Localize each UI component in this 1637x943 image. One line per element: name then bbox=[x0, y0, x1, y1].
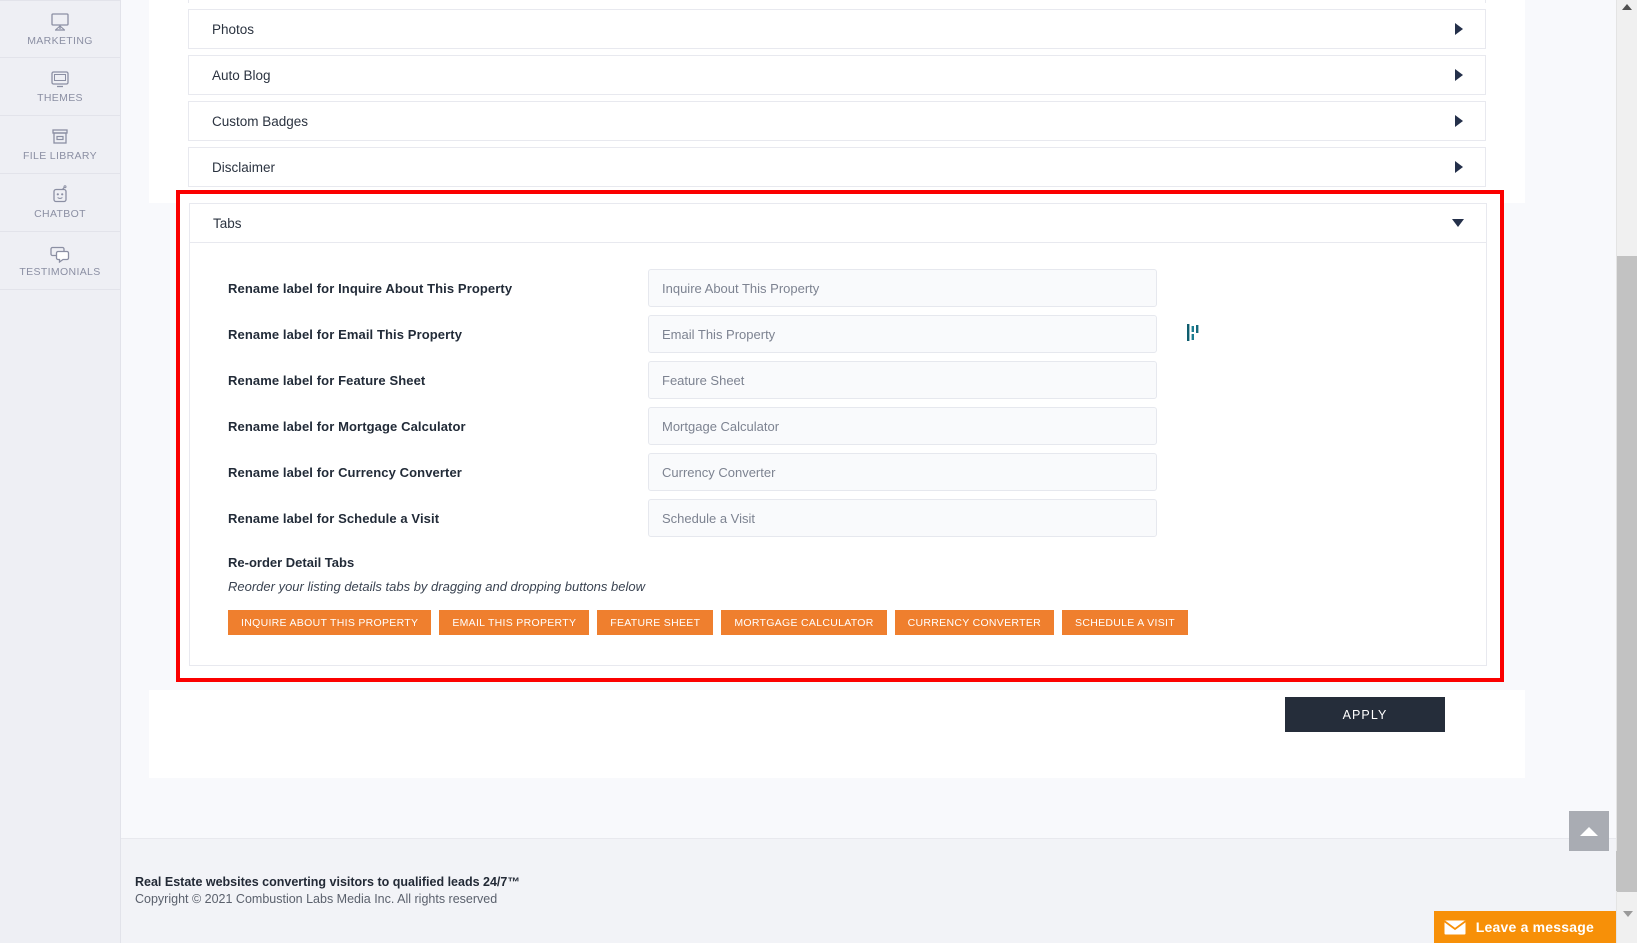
app-root: MARKETING THEMES FILE LIBRARY CHATBOT TE… bbox=[0, 0, 1637, 943]
accordion-row-auto-blog[interactable]: Auto Blog bbox=[188, 55, 1486, 95]
field-label: Rename label for Currency Converter bbox=[228, 464, 462, 480]
input-cell bbox=[648, 361, 1157, 399]
form-row: Rename label for Inquire About This Prop… bbox=[190, 265, 1486, 311]
accordion-row-partial[interactable] bbox=[188, 0, 1486, 3]
settings-card: Photos Auto Blog Custom Badges Disclaime… bbox=[149, 0, 1525, 203]
form-row: Rename label for Email This Property bbox=[190, 311, 1486, 357]
rename-feature-sheet-input[interactable] bbox=[648, 361, 1157, 399]
reorder-tag-mortgage-calculator[interactable]: MORTGAGE CALCULATOR bbox=[721, 610, 887, 635]
field-label: Rename label for Mortgage Calculator bbox=[228, 418, 466, 434]
form-row: Rename label for Currency Converter bbox=[190, 449, 1486, 495]
form-row: Rename label for Schedule a Visit bbox=[190, 495, 1486, 541]
chat-scrollbar-track[interactable] bbox=[1616, 851, 1637, 891]
tabs-panel-highlight: Tabs Rename label for Inquire About This… bbox=[176, 190, 1504, 682]
accordion-row-photos[interactable]: Photos bbox=[188, 9, 1486, 49]
chat-scrollbar-down-arrow-icon[interactable] bbox=[1623, 911, 1633, 917]
sidebar-item-label: MARKETING bbox=[27, 34, 93, 47]
tabs-panel-body: Rename label for Inquire About This Prop… bbox=[189, 243, 1487, 666]
accordion-row-disclaimer[interactable]: Disclaimer bbox=[188, 147, 1486, 187]
reorder-title: Re-order Detail Tabs bbox=[228, 555, 355, 570]
presentation-board-icon bbox=[49, 12, 71, 32]
footer-copyright: Copyright © 2021 Combustion Labs Media I… bbox=[135, 892, 498, 906]
sidebar-item-marketing[interactable]: MARKETING bbox=[0, 0, 120, 58]
robot-icon bbox=[49, 185, 71, 205]
envelope-icon bbox=[1433, 911, 1476, 943]
left-sidebar: MARKETING THEMES FILE LIBRARY CHATBOT TE… bbox=[0, 0, 121, 943]
caret-up-icon bbox=[1580, 826, 1598, 836]
sidebar-item-file-library[interactable]: FILE LIBRARY bbox=[0, 116, 120, 174]
scroll-to-top-button[interactable] bbox=[1569, 811, 1609, 851]
apply-button[interactable]: APPLY bbox=[1285, 697, 1445, 732]
accordion-title: Custom Badges bbox=[212, 113, 309, 129]
accordion-title: Auto Blog bbox=[212, 67, 271, 83]
input-cell bbox=[648, 315, 1199, 353]
chevron-down-icon[interactable] bbox=[1452, 219, 1464, 227]
field-label: Rename label for Inquire About This Prop… bbox=[228, 280, 513, 296]
sidebar-item-chatbot[interactable]: CHATBOT bbox=[0, 174, 120, 232]
footer-tagline: Real Estate websites converting visitors… bbox=[135, 875, 520, 889]
leave-a-message-widget[interactable]: Leave a message bbox=[1433, 911, 1616, 943]
reorder-tag-schedule-a-visit[interactable]: SCHEDULE A VISIT bbox=[1062, 610, 1188, 635]
field-label: Rename label for Feature Sheet bbox=[228, 372, 426, 388]
reorder-tag-feature-sheet[interactable]: FEATURE SHEET bbox=[597, 610, 714, 635]
text-ibeam-cursor-icon bbox=[1186, 322, 1202, 344]
apply-bar: APPLY bbox=[149, 690, 1525, 778]
file-box-icon bbox=[49, 127, 71, 147]
rename-currency-converter-input[interactable] bbox=[648, 453, 1157, 491]
rename-email-this-property-input[interactable] bbox=[648, 315, 1157, 353]
accordion-list: Photos Auto Blog Custom Badges Disclaime… bbox=[188, 0, 1486, 187]
scrollbar-up-arrow-icon[interactable] bbox=[1622, 4, 1632, 10]
accordion-row-custom-badges[interactable]: Custom Badges bbox=[188, 101, 1486, 141]
page-footer: Real Estate websites converting visitors… bbox=[121, 838, 1616, 943]
form-row: Rename label for Mortgage Calculator bbox=[190, 403, 1486, 449]
reorder-tag-email-this-property[interactable]: EMAIL THIS PROPERTY bbox=[439, 610, 590, 635]
monitor-icon bbox=[49, 69, 71, 89]
accordion-title: Disclaimer bbox=[212, 159, 276, 175]
field-label: Rename label for Schedule a Visit bbox=[228, 510, 440, 526]
page-vertical-scrollbar[interactable] bbox=[1616, 0, 1637, 943]
accordion-title: Tabs bbox=[213, 215, 242, 231]
input-cell bbox=[648, 269, 1157, 307]
rename-inquire-about-this-property-input[interactable] bbox=[648, 269, 1157, 307]
speech-bubble-icon bbox=[49, 243, 71, 264]
chat-widget-label: Leave a message bbox=[1475, 919, 1594, 935]
accordion-row-tabs[interactable]: Tabs bbox=[189, 203, 1487, 243]
reorder-tag-inquire-about-this-property[interactable]: INQUIRE ABOUT THIS PROPERTY bbox=[228, 610, 432, 635]
sidebar-item-testimonials[interactable]: TESTIMONIALS bbox=[0, 232, 120, 290]
sidebar-item-label: THEMES bbox=[37, 92, 83, 105]
rename-schedule-a-visit-input[interactable] bbox=[648, 499, 1157, 537]
reorder-section: Re-order Detail Tabs Reorder your listin… bbox=[190, 555, 1486, 635]
chevron-right-icon[interactable] bbox=[1455, 115, 1463, 127]
accordion-title: Photos bbox=[212, 21, 255, 37]
scrollbar-thumb[interactable] bbox=[1617, 256, 1637, 892]
input-cell bbox=[648, 407, 1157, 445]
chevron-right-icon[interactable] bbox=[1455, 23, 1463, 35]
rename-mortgage-calculator-input[interactable] bbox=[648, 407, 1157, 445]
reorder-subtitle: Reorder your listing details tabs by dra… bbox=[228, 579, 645, 594]
reorder-tag-currency-converter[interactable]: CURRENCY CONVERTER bbox=[894, 610, 1055, 635]
sidebar-item-label: FILE LIBRARY bbox=[22, 150, 98, 163]
field-label: Rename label for Email This Property bbox=[228, 326, 463, 342]
input-cell bbox=[648, 499, 1157, 537]
form-row: Rename label for Feature Sheet bbox=[190, 357, 1486, 403]
sidebar-item-label: CHATBOT bbox=[34, 208, 86, 221]
input-cell bbox=[648, 453, 1157, 491]
chevron-right-icon[interactable] bbox=[1455, 161, 1463, 173]
sidebar-item-label: TESTIMONIALS bbox=[19, 266, 101, 279]
sidebar-item-themes[interactable]: THEMES bbox=[0, 58, 120, 116]
reorder-tag-list: INQUIRE ABOUT THIS PROPERTY EMAIL THIS P… bbox=[228, 610, 1486, 635]
chevron-right-icon[interactable] bbox=[1455, 69, 1463, 81]
